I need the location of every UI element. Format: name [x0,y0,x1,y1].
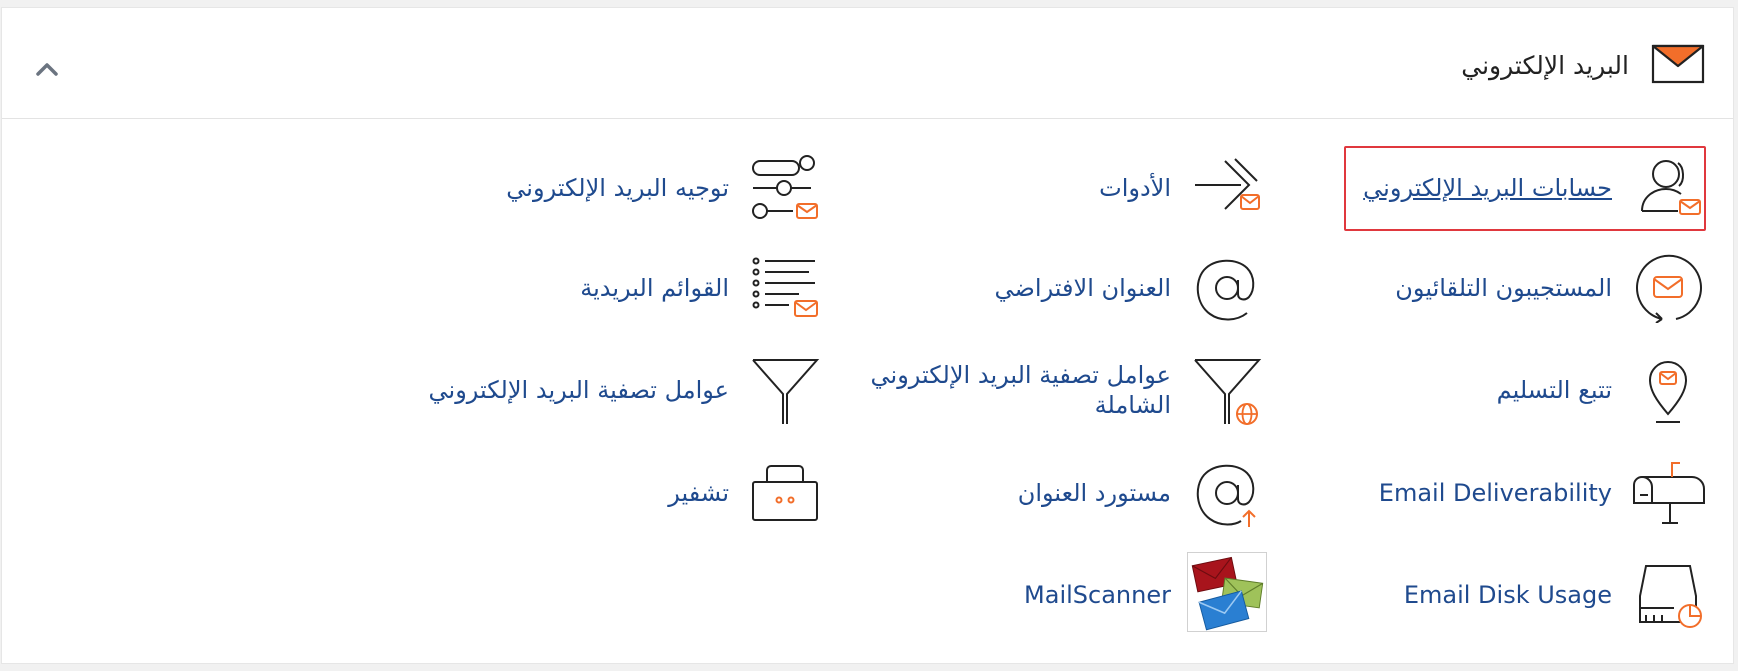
filter-globe-icon [1187,355,1267,425]
mailscanner-link[interactable]: MailScanner [791,560,1171,630]
location-pin-mail-icon [1628,355,1708,425]
mailscanner-envelopes-icon [1187,552,1267,632]
encryption-key-icon [745,458,825,528]
email-deliverability-item[interactable]: Email Deliverability [1238,458,1708,528]
default-address-link[interactable]: العنوان الافتراضي [791,253,1171,323]
email-accounts-link[interactable]: حسابات البريد الإلكتروني [1232,153,1612,223]
mailbox-icon [1628,458,1708,528]
email-accounts-item[interactable]: حسابات البريد الإلكتروني [1238,153,1708,223]
global-filters-item[interactable]: عوامل تصفية البريد الإلكتروني الشاملة [827,355,1267,425]
email-routing-link[interactable]: توجيه البريد الإلكتروني [349,153,729,223]
email-filters-item[interactable]: عوامل تصفية البريد الإلكتروني [385,355,825,425]
autoresponder-icon [1628,253,1708,323]
address-importer-item[interactable]: مستورد العنوان [827,458,1267,528]
encryption-link[interactable]: تشفير [349,458,729,528]
encryption-item[interactable]: تشفير [385,458,825,528]
at-upload-icon [1187,458,1267,528]
mailscanner-item[interactable]: MailScanner [827,552,1267,632]
envelope-icon [1651,44,1705,84]
disk-usage-item[interactable]: Email Disk Usage [1238,560,1708,630]
email-filters-link[interactable]: عوامل تصفية البريد الإلكتروني [349,355,729,425]
section-header[interactable]: البريد الإلكتروني [2,8,1733,119]
forwarders-link[interactable]: الأدوات [791,153,1171,223]
routing-mail-icon [745,153,825,223]
global-filters-link[interactable]: عوامل تصفية البريد الإلكتروني الشاملة [791,355,1171,425]
chevron-up-icon [36,63,58,76]
default-address-item[interactable]: العنوان الافتراضي [827,253,1267,323]
at-sign-icon [1187,253,1267,323]
forward-arrow-mail-icon [1187,153,1267,223]
autoresponders-item[interactable]: المستجيبون التلقائيون [1238,253,1708,323]
email-routing-item[interactable]: توجيه البريد الإلكتروني [385,153,825,223]
disk-usage-link[interactable]: Email Disk Usage [1232,560,1612,630]
section-title: البريد الإلكتروني [1461,51,1629,80]
collapse-button[interactable] [32,54,62,84]
filter-funnel-icon [745,355,825,425]
email-deliverability-link[interactable]: Email Deliverability [1232,458,1612,528]
address-importer-link[interactable]: مستورد العنوان [791,458,1171,528]
track-delivery-item[interactable]: تتبع التسليم [1238,355,1708,425]
user-mail-icon [1628,153,1708,223]
track-delivery-link[interactable]: تتبع التسليم [1232,355,1612,425]
disk-usage-icon [1628,560,1708,630]
autoresponders-link[interactable]: المستجيبون التلقائيون [1232,253,1612,323]
list-mail-icon [745,253,825,323]
forwarders-item[interactable]: الأدوات [827,153,1267,223]
mailing-lists-link[interactable]: القوائم البريدية [349,253,729,323]
mailing-lists-item[interactable]: القوائم البريدية [385,253,825,323]
